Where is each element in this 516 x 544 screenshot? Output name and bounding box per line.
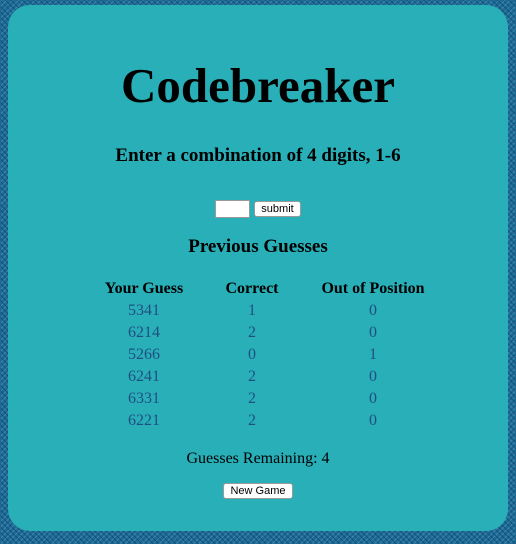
guess-cell: 5266 [128, 346, 160, 363]
page-title: Codebreaker [121, 58, 395, 113]
table-header-row: Your Guess Correct Out of Position [88, 278, 442, 300]
out-of-position-cell: 0 [369, 368, 377, 385]
out-of-position-cell: 0 [369, 390, 377, 407]
correct-cell: 2 [248, 324, 256, 341]
table-row: 6241 2 0 [88, 366, 442, 388]
table-row: 6331 2 0 [88, 388, 442, 410]
guess-history-table: Your Guess Correct Out of Position 5341 … [88, 278, 442, 432]
guess-cell: 6331 [128, 390, 160, 407]
guess-cell: 5341 [128, 302, 160, 319]
correct-cell: 0 [248, 346, 256, 363]
column-header-your-guess: Your Guess [104, 280, 184, 297]
new-game-container: New Game [8, 483, 508, 499]
previous-guesses-heading: Previous Guesses [188, 236, 328, 257]
out-of-position-cell: 0 [369, 324, 377, 341]
correct-cell: 2 [248, 390, 256, 407]
table-row: 6214 2 0 [88, 322, 442, 344]
new-game-button[interactable]: New Game [223, 483, 293, 499]
correct-cell: 1 [248, 302, 256, 319]
out-of-position-cell: 1 [369, 346, 377, 363]
guess-cell: 6221 [128, 412, 160, 429]
guess-cell: 6241 [128, 368, 160, 385]
table-row: 6221 2 0 [88, 410, 442, 432]
table-row: 5341 1 0 [88, 300, 442, 322]
column-header-out-of-position: Out of Position [321, 280, 425, 297]
out-of-position-cell: 0 [369, 302, 377, 319]
guesses-remaining-text: Guesses Remaining: 4 [186, 450, 330, 467]
table-row: 5266 0 1 [88, 344, 442, 366]
instructions-text: Enter a combination of 4 digits, 1-6 [115, 145, 401, 166]
column-header-correct: Correct [225, 280, 279, 297]
correct-cell: 2 [248, 412, 256, 429]
game-panel: Codebreaker Enter a combination of 4 dig… [8, 5, 508, 531]
submit-button[interactable]: submit [254, 201, 301, 217]
guess-form: submit [8, 198, 508, 220]
correct-cell: 2 [248, 368, 256, 385]
guess-cell: 6214 [128, 324, 160, 341]
guess-input[interactable] [215, 200, 251, 218]
out-of-position-cell: 0 [369, 412, 377, 429]
